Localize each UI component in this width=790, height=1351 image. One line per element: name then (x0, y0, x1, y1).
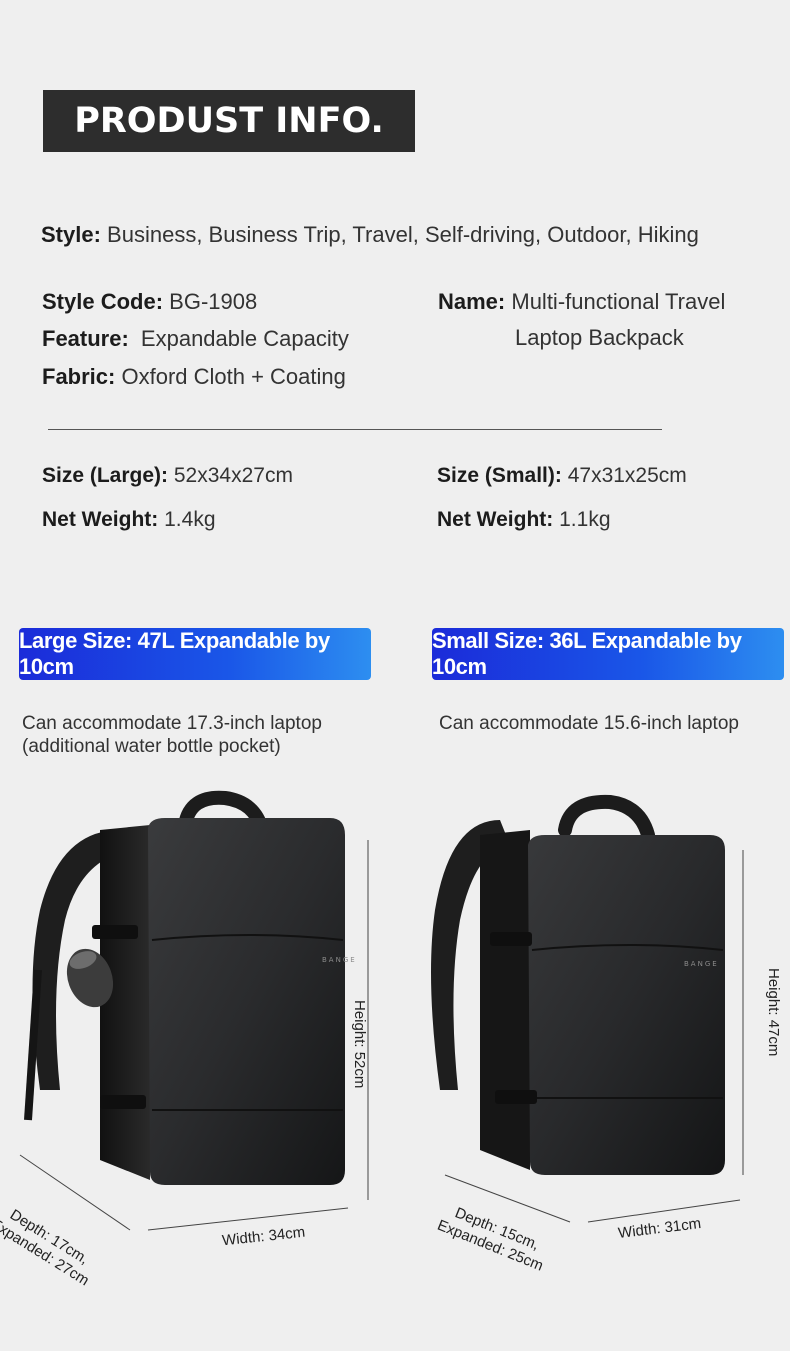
large-size-value: 52x34x27cm (173, 464, 293, 487)
small-weight-value: 1.1kg (559, 508, 611, 531)
small-desc-line1: Can accommodate 15.6-inch laptop (439, 713, 739, 734)
fabric-row: Fabric: Oxford Cloth + Coating (42, 364, 346, 390)
fabric-value: Oxford Cloth + Coating (121, 364, 346, 389)
small-brand-logo: BANGE (684, 960, 719, 968)
large-brand-logo: BANGE (322, 956, 357, 964)
large-weight-row: Net Weight: 1.4kg (42, 508, 216, 532)
large-size-label: Size (Large): (42, 464, 169, 487)
page-title: PRODUST INFO. (43, 90, 415, 152)
style-code-value: BG-1908 (169, 289, 258, 314)
small-backpack-image: BANGE (431, 794, 744, 1223)
small-size-row: Size (Small): 47x31x25cm (437, 464, 687, 488)
small-weight-label: Net Weight: (437, 508, 554, 531)
large-height-label: Height: 52cm (351, 1000, 368, 1089)
small-height-label: Height: 47cm (765, 968, 782, 1057)
name-label: Name: (438, 289, 506, 314)
large-desc-line1: Can accommodate 17.3-inch laptop (22, 713, 322, 734)
small-description: Can accommodate 15.6-inch laptop (439, 712, 739, 735)
large-size-row: Size (Large): 52x34x27cm (42, 464, 293, 488)
style-code-label: Style Code: (42, 289, 164, 314)
small-weight-row: Net Weight: 1.1kg (437, 508, 611, 532)
large-weight-label: Net Weight: (42, 508, 159, 531)
feature-label: Feature: (42, 326, 129, 351)
style-value: Business, Business Trip, Travel, Self-dr… (107, 222, 699, 247)
small-size-label: Size (Small): (437, 464, 562, 487)
style-row: Style: Business, Business Trip, Travel, … (41, 222, 699, 248)
feature-value: Expandable Capacity (140, 326, 349, 351)
large-size-banner: Large Size: 47L Expandable by 10cm (19, 628, 371, 680)
small-size-banner: Small Size: 36L Expandable by 10cm (432, 628, 784, 680)
name-row: Name: Multi-functional Travel (438, 289, 725, 315)
large-weight-value: 1.4kg (164, 508, 216, 531)
fabric-label: Fabric: (42, 364, 116, 389)
name-value-line2: Laptop Backpack (515, 325, 684, 350)
large-backpack-image: BANGE (19, 790, 369, 1231)
feature-row: Feature: Expandable Capacity (42, 326, 349, 352)
divider (48, 429, 662, 430)
small-size-value: 47x31x25cm (567, 464, 687, 487)
style-label: Style: (41, 222, 101, 247)
name-value-line1: Multi-functional Travel (511, 289, 726, 314)
large-desc-line2: (additional water bottle pocket) (22, 736, 281, 757)
large-description: Can accommodate 17.3-inch laptop (additi… (22, 712, 322, 758)
style-code-row: Style Code: BG-1908 (42, 289, 257, 315)
